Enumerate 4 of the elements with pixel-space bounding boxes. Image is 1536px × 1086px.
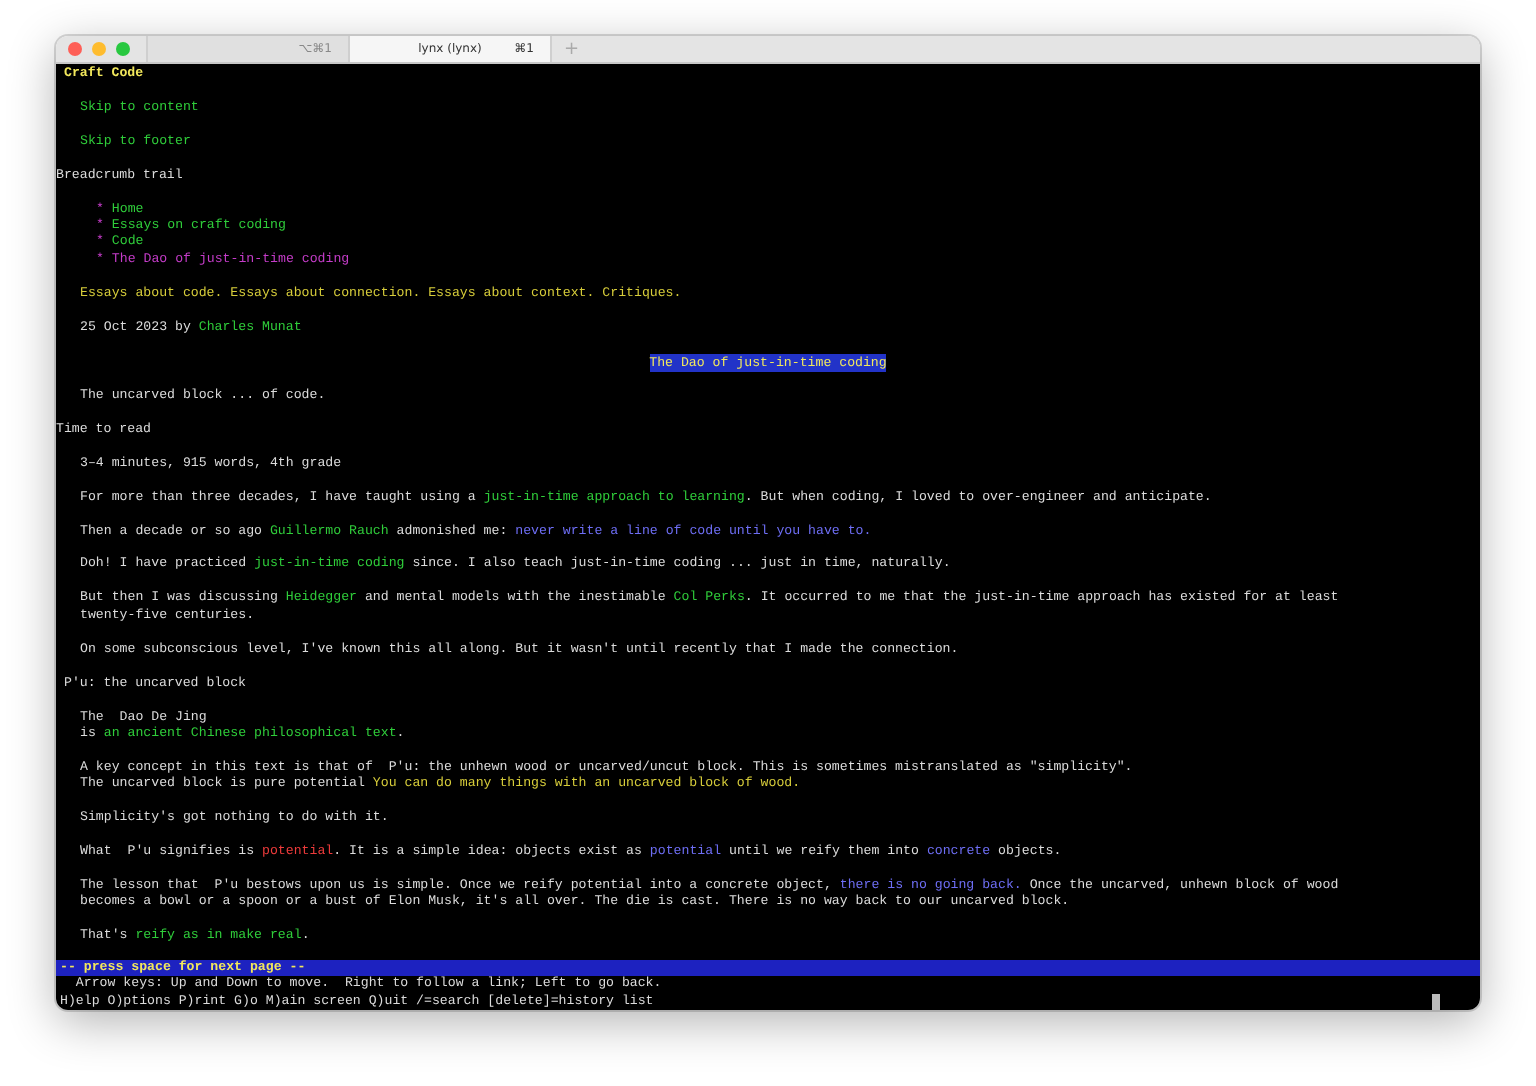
maximize-icon[interactable] [116, 42, 130, 56]
minimize-icon[interactable] [92, 42, 106, 56]
cursor [1432, 993, 1440, 1010]
close-icon[interactable] [68, 42, 82, 56]
